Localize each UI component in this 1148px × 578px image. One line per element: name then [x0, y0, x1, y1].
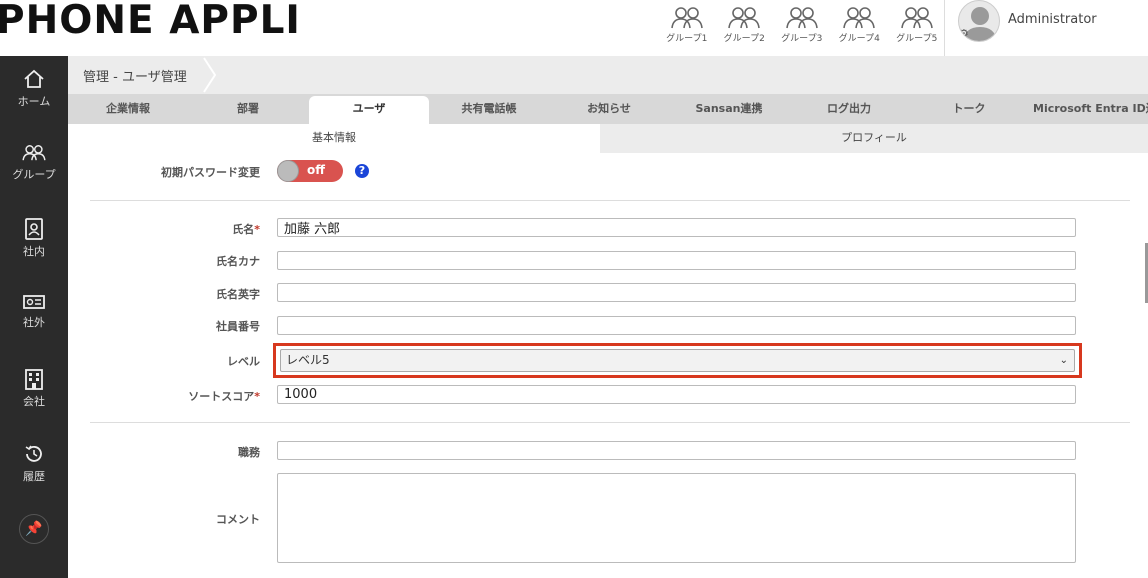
group-shortcut-1[interactable]: グループ1 [658, 4, 716, 48]
group-shortcut-label: グループ1 [666, 34, 708, 44]
sort-score-label-text: ソートスコア [188, 390, 255, 403]
name-label-text: 氏名 [232, 223, 255, 236]
tab-user[interactable]: ユーザ [309, 96, 429, 124]
sidebar-item-external[interactable]: 社外 [0, 293, 68, 356]
comment-textarea[interactable] [277, 473, 1076, 563]
subtab-basic-info[interactable]: 基本情報 [68, 124, 600, 153]
group-icon [785, 7, 818, 29]
history-icon [25, 445, 42, 462]
level-select[interactable]: レベル5 ⌄ [280, 349, 1075, 372]
group-shortcut-2[interactable]: グループ2 [716, 4, 774, 48]
breadcrumb-chevron [203, 57, 217, 93]
sidebar-item-label: グループ [12, 168, 56, 181]
header-divider [944, 0, 945, 56]
divider [90, 422, 1130, 423]
position-input[interactable] [277, 441, 1076, 460]
sidebar-item-internal[interactable]: 社内 [0, 218, 68, 281]
logo[interactable]: PHONE APPLI [0, 0, 301, 43]
english-name-input[interactable] [277, 283, 1076, 302]
user-menu[interactable]: ⚙ Administrator [958, 0, 1097, 44]
group-icon [843, 7, 876, 29]
employee-number-input[interactable] [277, 316, 1076, 335]
tab-log-output[interactable]: ログ出力 [789, 96, 909, 124]
toggle-knob [277, 160, 299, 182]
building-icon [25, 369, 43, 390]
group-shortcut-label: グループ3 [781, 34, 823, 44]
chevron-down-icon: ⌄ [1059, 355, 1068, 366]
tab-notices[interactable]: お知らせ [549, 96, 669, 124]
kana-input[interactable] [277, 251, 1076, 270]
breadcrumb-bar: 管理 - ユーザ管理 [68, 56, 1148, 94]
position-label: 職務 [238, 446, 260, 459]
tab-company-info[interactable]: 企業情報 [68, 96, 188, 124]
group-shortcut-label: グループ5 [896, 34, 938, 44]
pin-icon: 📌 [25, 521, 43, 537]
sidebar-item-label: ホーム [17, 95, 51, 108]
group-icon [670, 7, 703, 29]
sidebar-item-label: 社内 [23, 245, 45, 258]
pin-button[interactable]: 📌 [19, 514, 49, 544]
breadcrumb: 管理 - ユーザ管理 [83, 70, 187, 85]
sidebar-item-label: 社外 [23, 316, 45, 329]
contact-card-icon [23, 295, 45, 309]
subtab-profile[interactable]: プロフィール [600, 124, 1148, 153]
group-shortcut-label: グループ4 [838, 34, 880, 44]
sort-score-input[interactable] [277, 385, 1076, 404]
group-shortcut-label: グループ2 [723, 34, 765, 44]
group-shortcut-5[interactable]: グループ5 [888, 4, 946, 48]
name-label: 氏名* [80, 221, 260, 237]
level-select-highlight: レベル5 ⌄ [273, 343, 1082, 378]
group-shortcut-4[interactable]: グループ4 [831, 4, 889, 48]
home-icon [24, 69, 44, 88]
sidebar-item-history[interactable]: 履歴 [0, 443, 68, 506]
sort-score-label: ソートスコア* [80, 388, 260, 404]
group-icon [728, 7, 761, 29]
english-name-label: 氏名英字 [216, 288, 260, 301]
group-shortcut-3[interactable]: グループ3 [773, 4, 831, 48]
required-mark: * [254, 390, 260, 403]
sidebar-item-company[interactable]: 会社 [0, 368, 68, 431]
avatar[interactable]: ⚙ [958, 0, 1000, 42]
kana-label: 氏名カナ [216, 255, 260, 268]
header: PHONE APPLI グループ1 グループ2 グループ3 グループ4 グループ… [0, 0, 1148, 56]
sidebar: ホーム グループ 社内 社外 会社 履歴 📌 [0, 56, 68, 578]
sidebar-item-label: 履歴 [23, 470, 45, 483]
tab-shared-phonebook[interactable]: 共有電話帳 [429, 96, 549, 124]
employee-number-label: 社員番号 [216, 320, 260, 333]
internal-directory-icon [25, 218, 43, 240]
tab-talk[interactable]: トーク [909, 96, 1029, 124]
tab-department[interactable]: 部署 [188, 96, 308, 124]
name-input[interactable] [277, 218, 1076, 237]
level-label: レベル [227, 355, 260, 368]
group-icon [900, 7, 933, 29]
group-icon [22, 145, 46, 161]
required-mark: * [254, 223, 260, 236]
tab-entra-id[interactable]: Microsoft Entra ID連携 [1029, 96, 1148, 124]
password-change-label: 初期パスワード変更 [161, 166, 260, 179]
gear-icon[interactable]: ⚙ [959, 27, 969, 40]
tab-bar: 企業情報 部署 ユーザ 共有電話帳 お知らせ Sansan連携 ログ出力 トーク… [68, 94, 1148, 124]
toggle-state-text: off [307, 163, 325, 177]
tab-sansan[interactable]: Sansan連携 [669, 96, 789, 124]
user-name: Administrator [1008, 12, 1097, 27]
sidebar-item-label: 会社 [23, 395, 45, 408]
sidebar-item-group[interactable]: グループ [0, 143, 68, 206]
group-shortcuts: グループ1 グループ2 グループ3 グループ4 グループ5 [658, 4, 946, 48]
level-select-value: レベル5 [286, 353, 330, 367]
help-icon[interactable]: ? [355, 164, 369, 178]
comment-label: コメント [216, 513, 260, 526]
password-change-toggle[interactable]: off [277, 160, 343, 182]
divider [90, 200, 1130, 201]
sidebar-item-home[interactable]: ホーム [0, 68, 68, 131]
